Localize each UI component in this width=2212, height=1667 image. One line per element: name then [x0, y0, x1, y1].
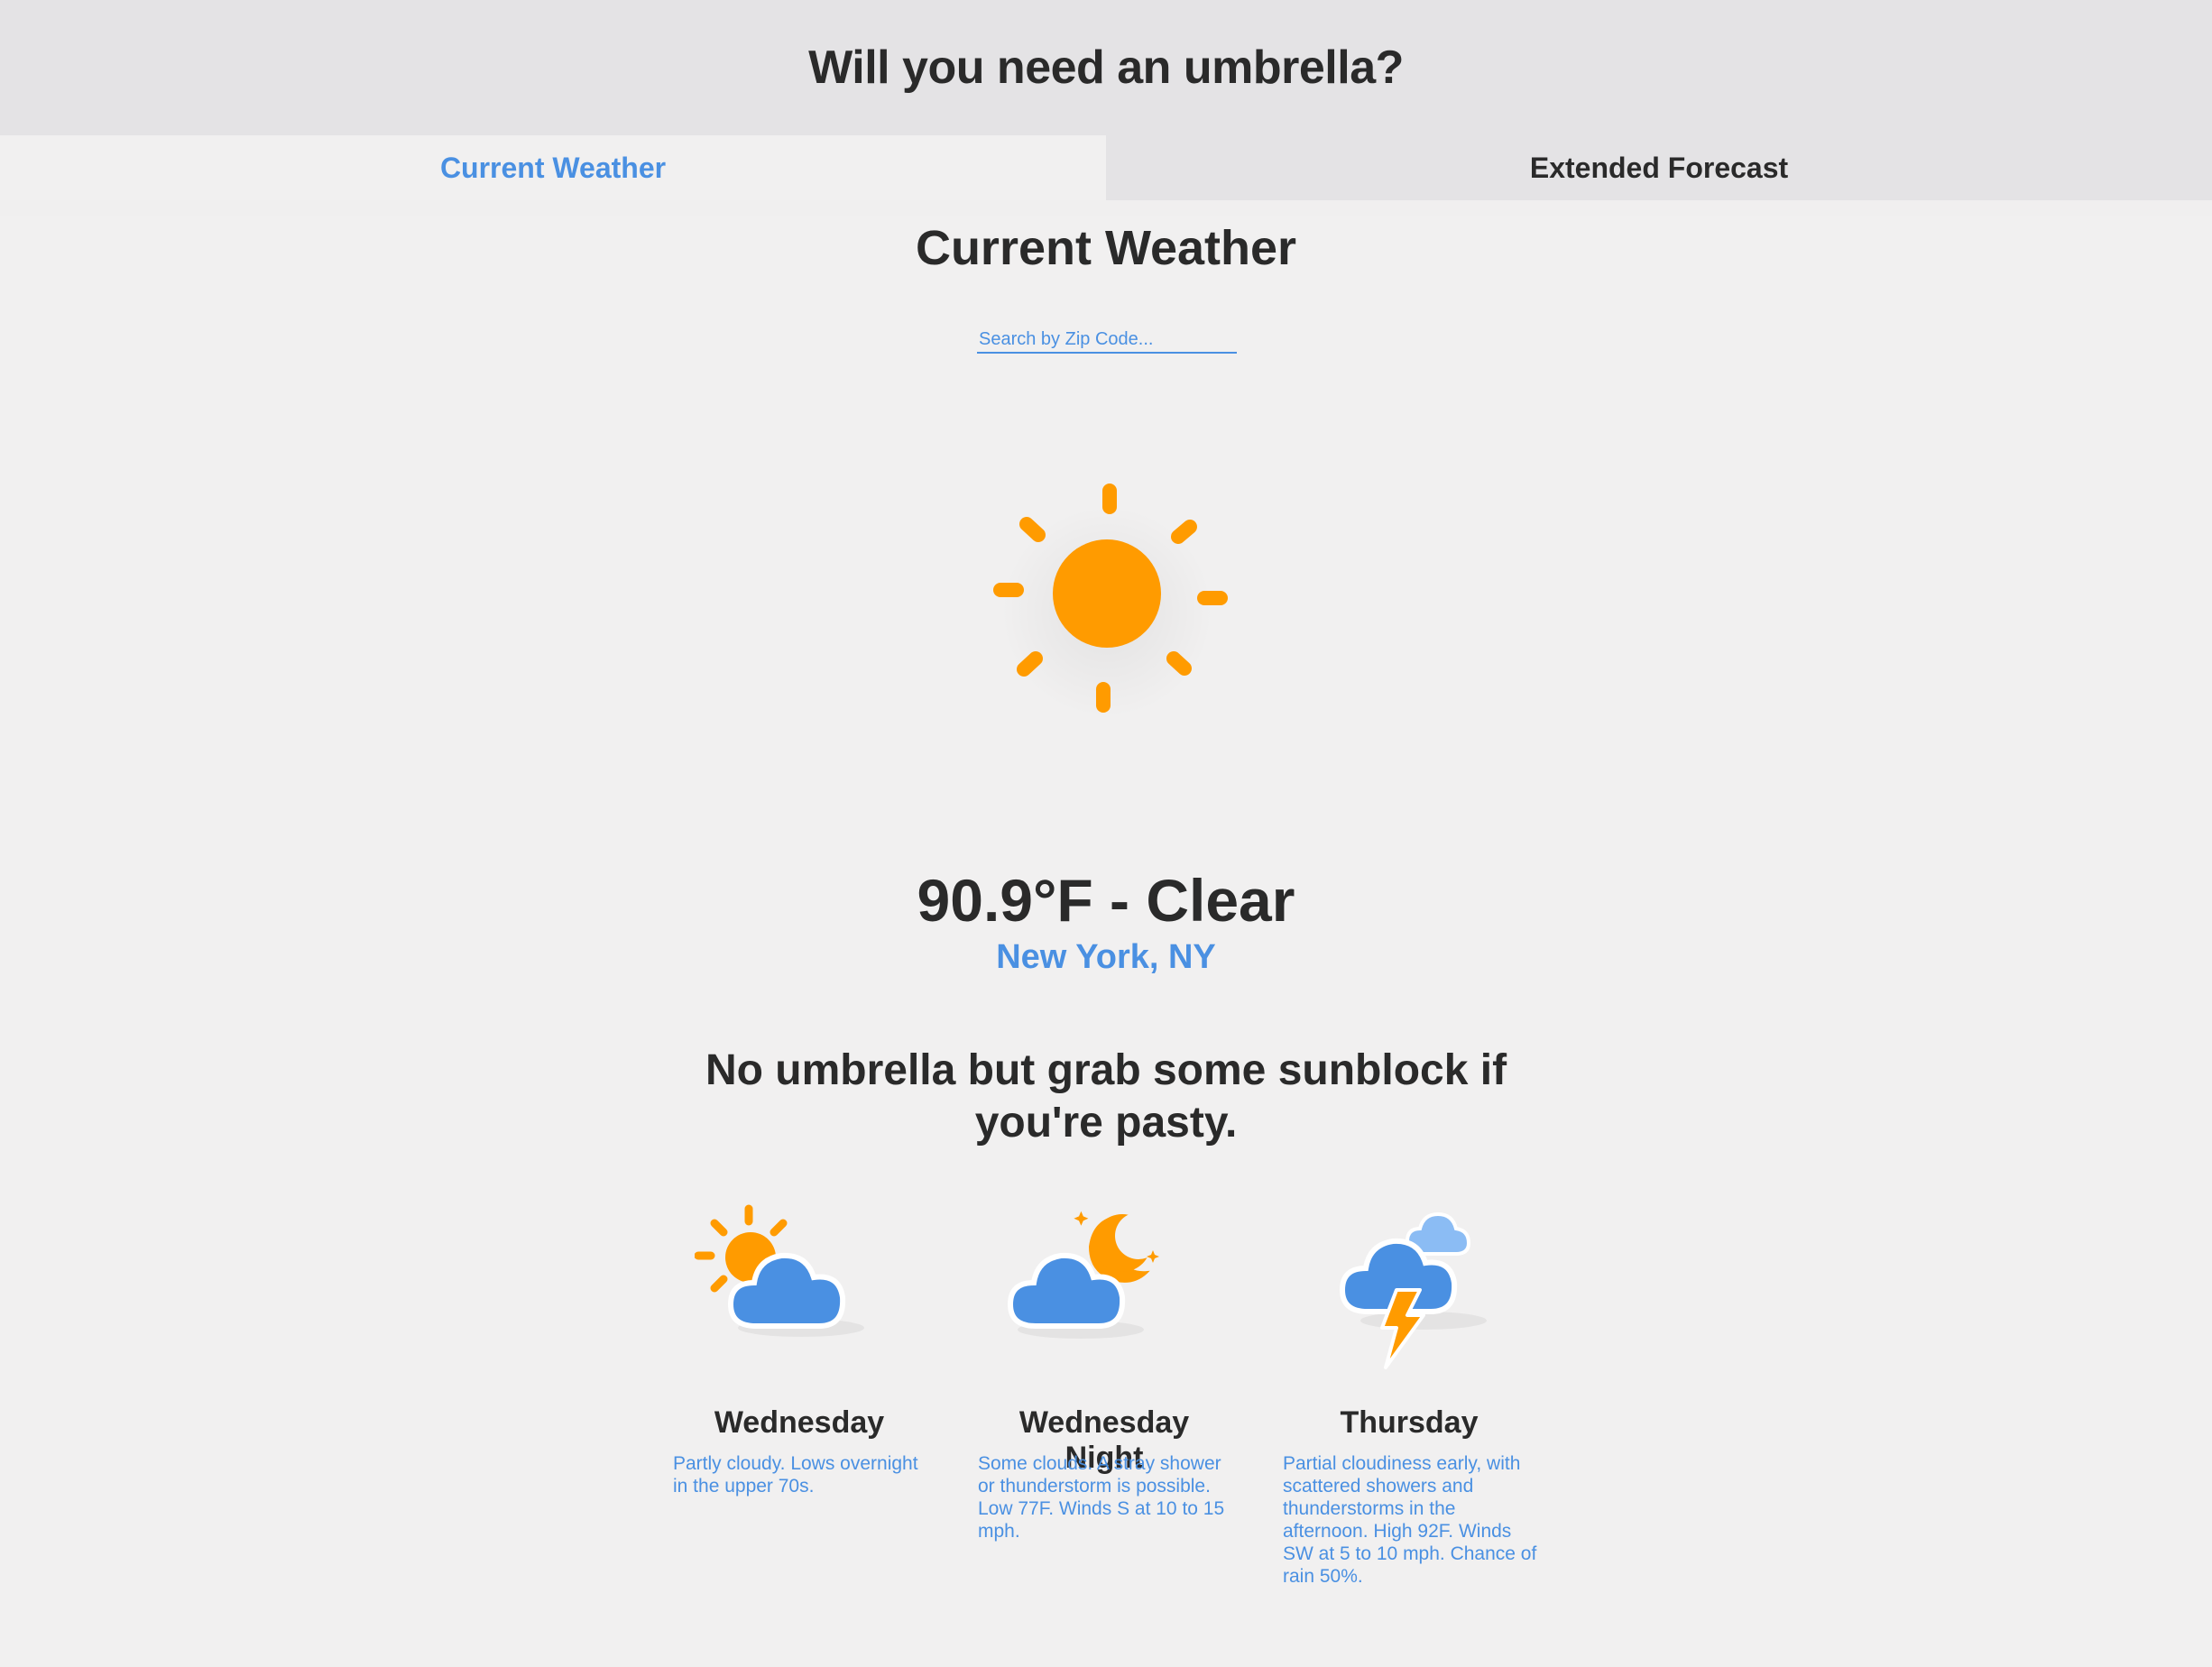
forecast-day-label: Thursday — [1340, 1405, 1479, 1440]
section-title: Current Weather — [915, 221, 1297, 275]
forecast-description: Partly cloudy. Lows overnight in the upp… — [673, 1453, 918, 1497]
forecast-description: Partial cloudiness early, with scattered… — [1283, 1453, 1537, 1587]
forecast-description: Some clouds. A stray shower or thunderst… — [978, 1453, 1225, 1542]
sun-icon — [993, 484, 1228, 718]
tab-current-weather[interactable]: Current Weather — [0, 135, 1106, 200]
partly-cloudy-night-icon — [1007, 1211, 1162, 1339]
current-temperature: 90.9°F - Clear — [917, 867, 1295, 934]
search-container — [977, 327, 1237, 354]
tab-bar: Current Weather Extended Forecast — [0, 135, 2212, 200]
forecast-day-label: Wednesday — [714, 1405, 885, 1440]
zip-search-input[interactable] — [977, 327, 1237, 354]
app-header: Will you need an umbrella? — [0, 0, 2212, 135]
tab-divider — [0, 200, 2212, 216]
umbrella-advice: No umbrella but grab some sunblock if yo… — [705, 1046, 1507, 1147]
tab-extended-forecast[interactable]: Extended Forecast — [1106, 135, 2212, 200]
partly-cloudy-day-icon — [695, 1204, 864, 1337]
app-title: Will you need an umbrella? — [808, 41, 1404, 94]
location-label: New York, NY — [996, 938, 1216, 976]
thunderstorm-icon — [1339, 1211, 1487, 1369]
weather-app: Will you need an umbrella? Current Weath… — [0, 0, 2212, 1667]
